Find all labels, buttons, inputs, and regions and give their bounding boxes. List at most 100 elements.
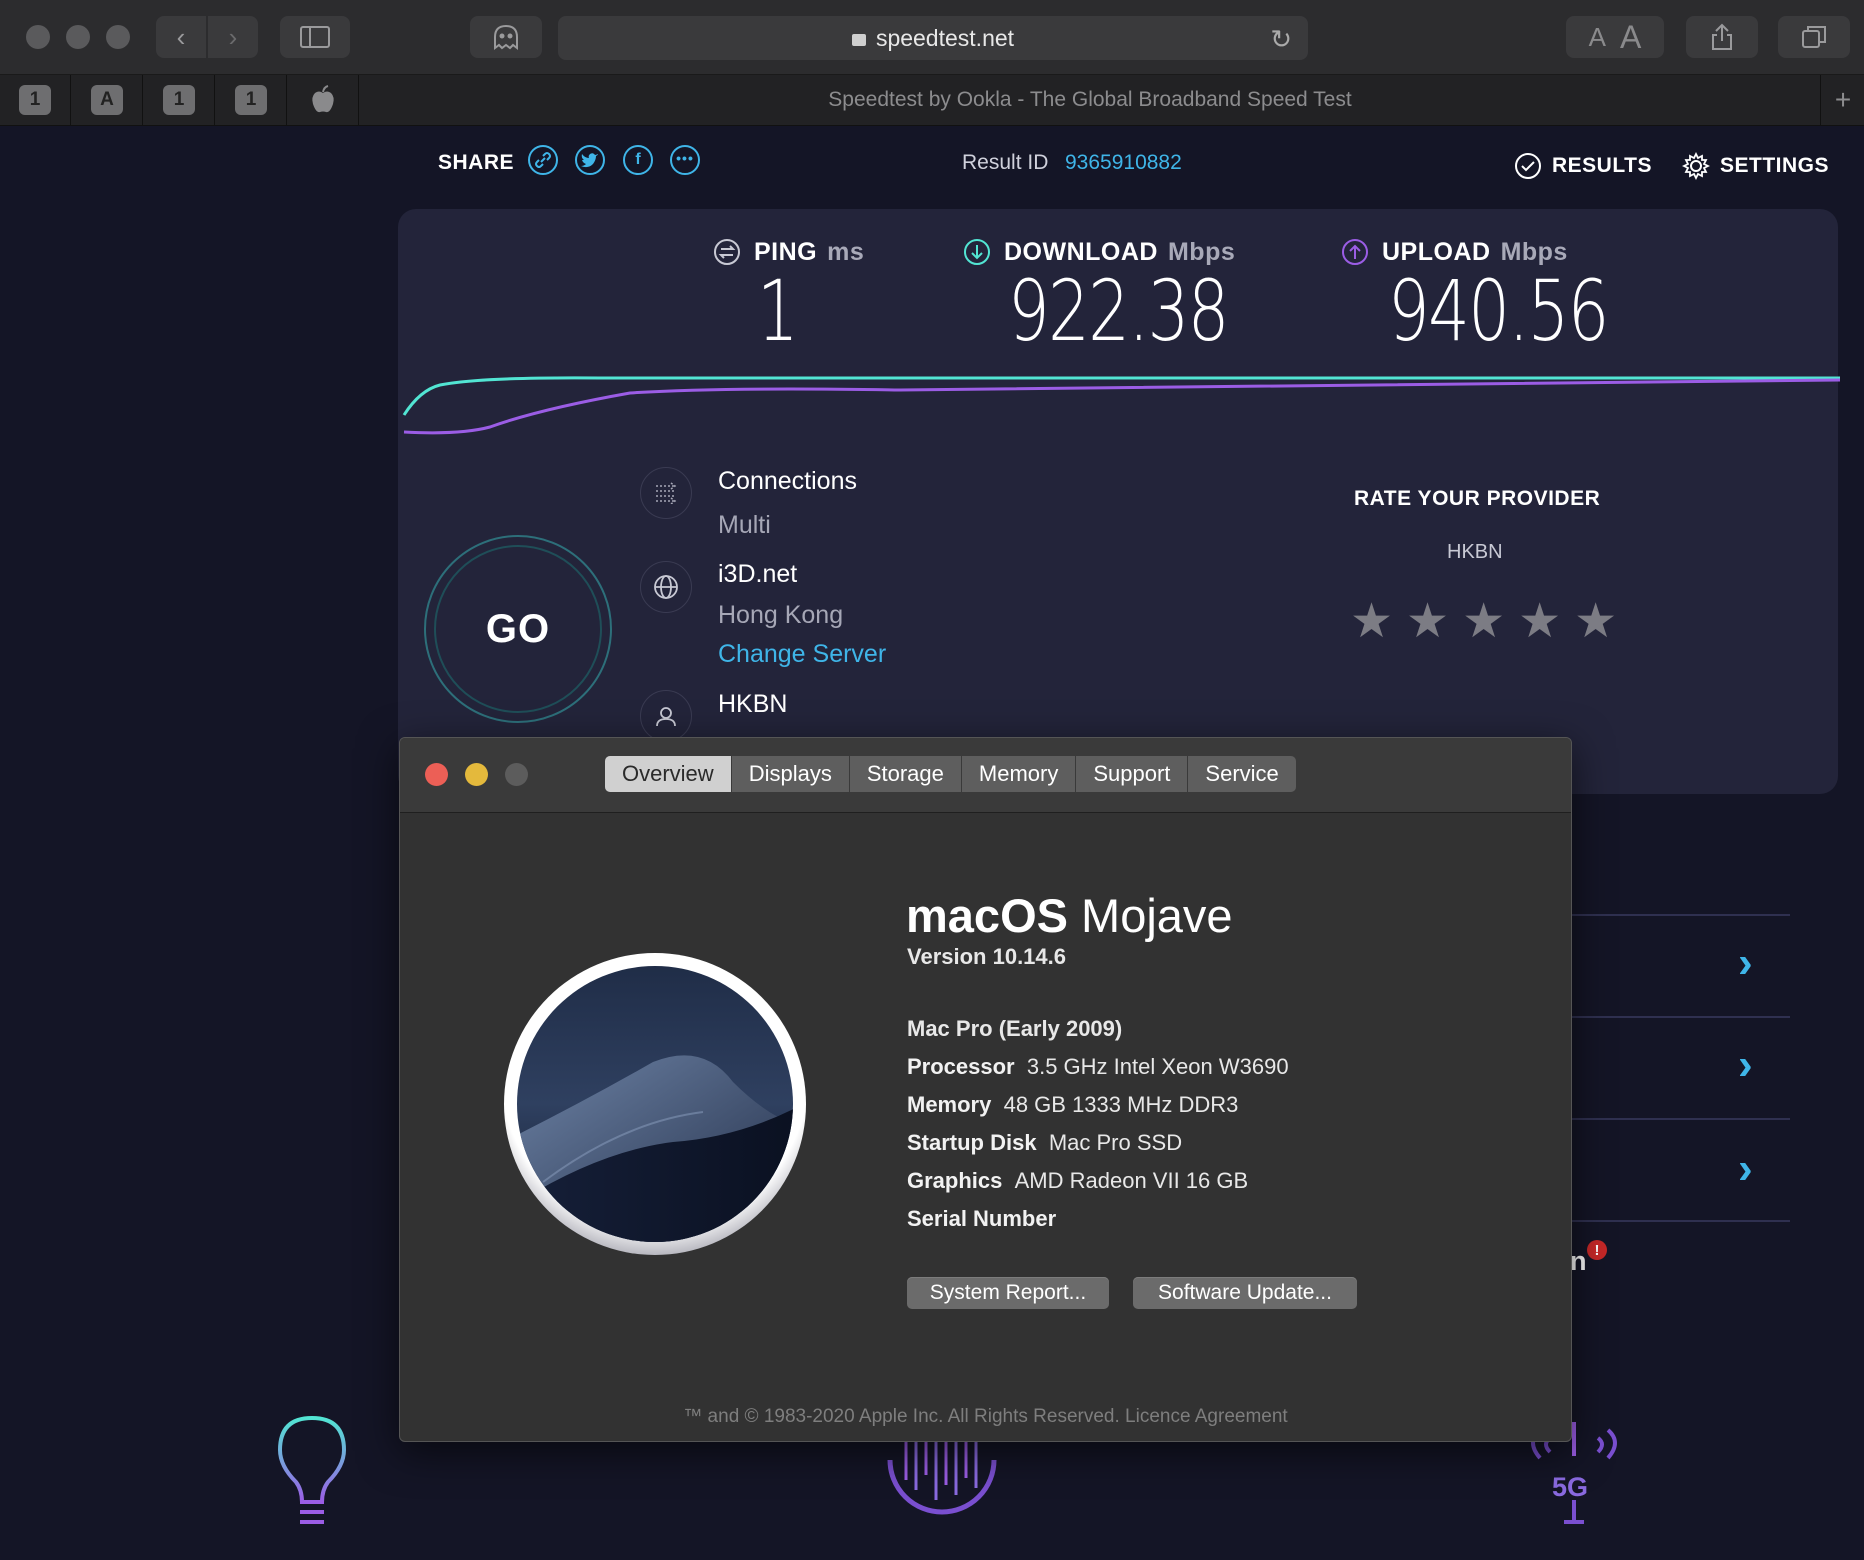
chevron-right-icon[interactable]: › xyxy=(1738,1040,1753,1090)
change-server-link[interactable]: Change Server xyxy=(718,640,886,669)
macos-mojave-logo xyxy=(504,953,806,1255)
star-icon[interactable]: ★ xyxy=(1406,593,1449,649)
tabs-icon xyxy=(1802,26,1826,48)
back-button[interactable]: ‹ xyxy=(156,16,206,58)
spec-label: Memory xyxy=(907,1092,992,1117)
text-larger-button[interactable]: A xyxy=(1620,19,1641,56)
active-tab-title[interactable]: Speedtest by Ookla - The Global Broadban… xyxy=(360,75,1820,125)
tab-memory[interactable]: Memory xyxy=(962,756,1077,792)
window-close-button[interactable] xyxy=(26,25,50,49)
pinned-tab[interactable] xyxy=(288,75,359,125)
extension-button[interactable] xyxy=(470,16,542,58)
spec-label: Graphics xyxy=(907,1168,1003,1193)
system-report-button[interactable]: System Report... xyxy=(907,1277,1109,1309)
text-smaller-button[interactable]: A xyxy=(1589,22,1606,53)
star-icon[interactable]: ★ xyxy=(1350,593,1393,649)
gear-icon xyxy=(1682,152,1710,180)
chevron-right-icon[interactable]: › xyxy=(1738,1144,1753,1194)
about-zoom-button[interactable] xyxy=(505,763,528,786)
upload-graph-line xyxy=(403,378,1840,435)
tab-displays[interactable]: Displays xyxy=(732,756,850,792)
about-close-button[interactable] xyxy=(425,763,448,786)
address-bar[interactable]: speedtest.net ↻ xyxy=(558,16,1308,60)
pinned-tab[interactable]: 1 xyxy=(144,75,215,125)
pinned-tab[interactable]: A xyxy=(72,75,143,125)
tab-favicon: 1 xyxy=(19,85,51,115)
connections-icon xyxy=(640,467,692,519)
spec-label: Serial Number xyxy=(907,1206,1057,1231)
spec-label: Startup Disk xyxy=(907,1130,1037,1155)
pinned-tab[interactable]: 1 xyxy=(0,75,71,125)
connections-value: Multi xyxy=(718,511,771,539)
share-twitter-button[interactable] xyxy=(575,145,605,175)
ping-value: 1 xyxy=(757,262,799,360)
sidebar-toggle-button[interactable] xyxy=(280,16,350,58)
window-minimize-button[interactable] xyxy=(66,25,90,49)
share-label: SHARE xyxy=(438,151,515,174)
tab-favicon: A xyxy=(91,85,123,115)
spec-value: 3.5 GHz Intel Xeon W3690 xyxy=(1026,1054,1289,1079)
software-update-button[interactable]: Software Update... xyxy=(1133,1277,1357,1309)
spec-row-startup-disk: Startup Disk Mac Pro SSD xyxy=(907,1130,1182,1156)
ghost-extension-icon xyxy=(494,24,518,50)
spec-row-graphics: Graphics AMD Radeon VII 16 GB xyxy=(907,1168,1248,1194)
spec-label: Processor xyxy=(907,1054,1015,1079)
connections-label: Connections xyxy=(718,467,857,495)
alert-badge-icon: ! xyxy=(1587,1240,1607,1260)
partial-text: n xyxy=(1570,1246,1587,1276)
tab-overview[interactable]: Overview xyxy=(605,756,732,792)
os-version: Version 10.14.6 xyxy=(907,944,1066,969)
forward-button[interactable]: › xyxy=(208,16,258,58)
share-icon xyxy=(1712,23,1732,50)
tab-storage[interactable]: Storage xyxy=(850,756,962,792)
ping-icon xyxy=(714,239,740,265)
list-divider xyxy=(1560,914,1790,916)
rate-provider-title: RATE YOUR PROVIDER xyxy=(1354,487,1601,510)
tab-overview-button[interactable] xyxy=(1778,16,1850,58)
user-icon xyxy=(640,690,692,742)
server-name: i3D.net xyxy=(718,560,798,588)
speed-graph xyxy=(402,376,1840,435)
pinned-tab[interactable]: 1 xyxy=(216,75,287,125)
address-bar-url: speedtest.net xyxy=(875,24,1015,51)
about-this-mac-window: Overview Displays Storage Memory Support… xyxy=(399,737,1572,1442)
go-button[interactable]: GO xyxy=(424,535,612,723)
os-name-light: Mojave xyxy=(1081,889,1233,942)
result-id-link[interactable]: 9365910882 xyxy=(1065,151,1182,175)
spec-value: 48 GB 1333 MHz DDR3 xyxy=(1003,1092,1239,1117)
share-more-button[interactable]: ••• xyxy=(670,145,700,175)
star-icon[interactable]: ★ xyxy=(1518,593,1561,649)
copy-link-button[interactable] xyxy=(528,145,558,175)
star-icon[interactable]: ★ xyxy=(1574,593,1617,649)
results-button[interactable]: RESULTS xyxy=(1514,152,1652,180)
sidebar-icon xyxy=(300,26,330,48)
more-icon: ••• xyxy=(676,150,694,166)
check-circle-icon xyxy=(1515,153,1541,179)
link-icon xyxy=(535,152,551,168)
reload-icon[interactable]: ↻ xyxy=(1270,24,1292,55)
chevron-right-icon: › xyxy=(228,21,238,52)
list-divider xyxy=(1560,1016,1790,1018)
about-tabs: Overview Displays Storage Memory Support… xyxy=(605,756,1296,792)
window-zoom-button[interactable] xyxy=(106,25,130,49)
share-button[interactable] xyxy=(1686,16,1758,58)
about-minimize-button[interactable] xyxy=(465,763,488,786)
tab-support[interactable]: Support xyxy=(1076,756,1189,792)
list-divider xyxy=(1560,1220,1790,1222)
settings-button[interactable]: SETTINGS xyxy=(1682,152,1829,180)
browser-toolbar: ‹ › speedtest.net ↻ A A xyxy=(0,0,1864,75)
plus-icon: + xyxy=(1834,84,1852,115)
upload-value: 940.56 xyxy=(1388,262,1609,360)
spec-row-serial-number: Serial Number xyxy=(907,1206,1068,1232)
star-icon[interactable]: ★ xyxy=(1462,593,1505,649)
text-size-control[interactable]: A A xyxy=(1566,16,1664,58)
tab-service[interactable]: Service xyxy=(1188,756,1295,792)
chevron-right-icon[interactable]: › xyxy=(1738,938,1753,988)
isp-name: HKBN xyxy=(718,690,788,718)
share-facebook-button[interactable]: f xyxy=(623,145,653,175)
list-divider xyxy=(1560,1118,1790,1120)
server-location: Hong Kong xyxy=(718,601,844,629)
new-tab-button[interactable]: + xyxy=(1820,75,1864,125)
about-window-titlebar: Overview Displays Storage Memory Support… xyxy=(400,738,1571,813)
result-id-label: Result ID xyxy=(962,151,1049,174)
